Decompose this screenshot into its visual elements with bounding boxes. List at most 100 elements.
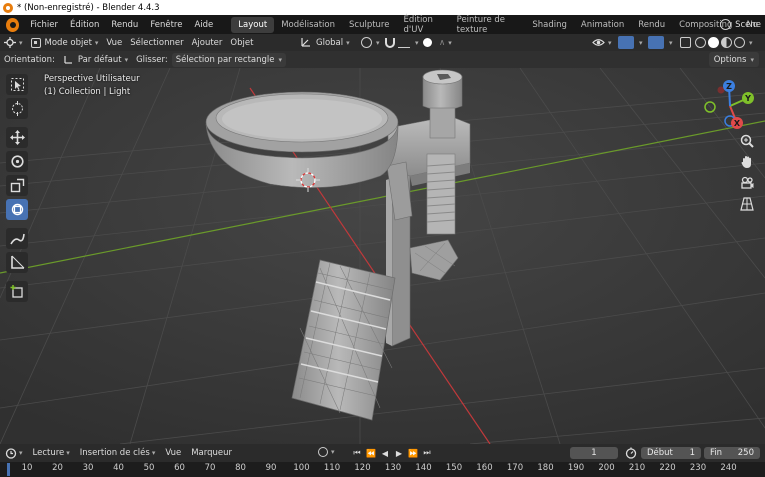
menu-rendu[interactable]: Rendu (105, 20, 144, 30)
menu-insertion-cles-label: Insertion de clés (79, 448, 150, 458)
drag-option-select[interactable]: Sélection par rectangle ▾ (171, 52, 287, 67)
workspace-tabs: Layout Modélisation Sculpture Édition d'… (231, 15, 765, 35)
magnet-icon (385, 38, 395, 48)
menu-vue[interactable]: Vue (102, 35, 126, 50)
wireframe-shading-icon[interactable] (695, 37, 706, 48)
end-frame-field[interactable]: Fin 250 (704, 447, 760, 459)
blender-menu-icon[interactable] (6, 17, 20, 32)
ruler-tick: 220 (659, 463, 676, 473)
menu-fenetre[interactable]: Fenêtre (144, 20, 188, 30)
options-button[interactable]: Options ▾ (708, 52, 759, 67)
chevron-down-icon: ▾ (124, 55, 129, 64)
ruler-icon (10, 255, 24, 269)
material-shading-icon[interactable] (721, 37, 732, 48)
grid-perspective-icon (740, 197, 754, 211)
pivot-icon (361, 37, 372, 48)
top-menubar: Fichier Édition Rendu Fenêtre Aide Layou… (0, 15, 765, 35)
camera-icon (741, 176, 754, 189)
navigation-gizmo[interactable]: X Y Z (700, 76, 758, 134)
transform-tool[interactable] (6, 199, 28, 220)
tool-shelf (6, 74, 30, 305)
tab-sculpture[interactable]: Sculpture (342, 17, 396, 33)
chevron-down-icon[interactable]: ▾ (749, 39, 753, 47)
solid-shading-icon[interactable] (708, 37, 719, 48)
editor-type-button[interactable]: ▾ (0, 35, 27, 50)
move-tool[interactable] (6, 127, 28, 148)
transform-orientation-selector[interactable]: Global ▾ (296, 35, 354, 50)
overlays-toggle[interactable]: ▾ (642, 35, 677, 50)
menu-lecture[interactable]: Lecture ▾ (28, 448, 75, 458)
menu-edition[interactable]: Édition (64, 20, 105, 30)
editor-type-icon (4, 37, 16, 48)
ruler-tick: 210 (628, 463, 646, 473)
start-frame-value: 1 (689, 448, 695, 458)
measure-tool[interactable] (6, 252, 28, 273)
playhead-marker[interactable] (7, 463, 10, 476)
menu-selectionner[interactable]: Sélectionner (126, 35, 187, 50)
perspective-toggle-button[interactable] (737, 195, 757, 213)
playback-controls: ⏮ ⏪ ◀ ▶ ⏩ ⏭ (350, 447, 434, 459)
mode-selector[interactable]: Mode objet ▾ (27, 35, 103, 50)
orientation-axes-icon (301, 38, 310, 47)
ruler-tick: 130 (384, 463, 402, 473)
snapping-button[interactable]: ▾ (380, 35, 423, 50)
orientation-option-select[interactable]: Par défaut ▾ (59, 55, 132, 65)
orientation-label: Global (316, 37, 344, 48)
stopwatch-icon[interactable] (625, 447, 637, 462)
chevron-down-icon: ▾ (94, 38, 99, 47)
ruler-tick: 160 (476, 463, 493, 473)
proportional-editing-button[interactable]: ∧ ▾ (418, 35, 456, 50)
auto-keying-toggle[interactable]: ▾ (318, 447, 335, 457)
jump-end-icon[interactable]: ⏭ (421, 447, 433, 459)
gizmo-x-label: X (734, 119, 741, 128)
menu-marqueur[interactable]: Marqueur (186, 448, 237, 458)
select-box-tool[interactable] (6, 74, 28, 95)
menu-aide[interactable]: Aide (188, 20, 219, 30)
scene-icon (720, 19, 732, 30)
drag-option-value: Sélection par rectangle (175, 54, 275, 65)
start-frame-field[interactable]: Début 1 (641, 447, 701, 459)
jump-start-icon[interactable]: ⏮ (351, 447, 363, 459)
move-icon (9, 130, 25, 145)
rotate-tool[interactable] (6, 151, 28, 172)
play-reverse-icon[interactable]: ◀ (379, 447, 391, 459)
rendered-shading-icon[interactable] (734, 37, 745, 48)
ruler-tick: 70 (204, 463, 216, 473)
chevron-down-icon: ▾ (331, 448, 335, 456)
tab-layout[interactable]: Layout (231, 16, 275, 33)
menu-objet[interactable]: Objet (226, 35, 257, 50)
add-cube-tool[interactable] (6, 281, 28, 302)
prev-keyframe-icon[interactable]: ⏪ (365, 447, 377, 459)
tab-shading[interactable]: Shading (525, 17, 574, 33)
camera-view-button[interactable] (737, 174, 757, 192)
menu-timeline-vue[interactable]: Vue (160, 448, 186, 458)
options-label: Options (713, 54, 747, 65)
3d-viewport[interactable]: Perspective Utilisateur (1) Collection |… (0, 68, 765, 444)
timeline-ruler[interactable]: 10 20 30 40 50 60 70 80 90 100 110 120 130 140 150 160 1… (0, 462, 765, 477)
next-keyframe-icon[interactable]: ⏩ (407, 447, 419, 459)
gizmo-icon (618, 36, 634, 49)
scene-selector[interactable]: Scene (720, 17, 761, 32)
tab-rendu[interactable]: Rendu (631, 17, 672, 33)
menu-insertion-cles[interactable]: Insertion de clés ▾ (75, 448, 161, 458)
ruler-tick: 200 (598, 463, 615, 473)
chevron-down-icon: ▾ (608, 38, 612, 47)
axes-icon (64, 55, 72, 64)
current-frame-field[interactable]: 1 (570, 447, 618, 459)
tab-animation[interactable]: Animation (574, 17, 631, 33)
ruler-tick: 50 (143, 463, 155, 473)
menu-fichier[interactable]: Fichier (24, 20, 64, 30)
snap-target-icon (398, 37, 410, 48)
annotate-tool[interactable] (6, 228, 28, 249)
tab-modelisation[interactable]: Modélisation (274, 17, 342, 33)
menu-ajouter[interactable]: Ajouter (188, 35, 227, 50)
ruler-tick: 140 (415, 463, 432, 473)
play-icon[interactable]: ▶ (393, 447, 405, 459)
timeline-editor-type-button[interactable]: ▾ (0, 447, 28, 459)
scale-tool[interactable] (6, 175, 28, 196)
zoom-button[interactable] (737, 132, 757, 150)
ruler-tick: 60 (174, 463, 185, 473)
pan-button[interactable] (737, 153, 757, 171)
cursor-tool[interactable] (6, 98, 28, 119)
chevron-down-icon: ▾ (66, 449, 70, 457)
